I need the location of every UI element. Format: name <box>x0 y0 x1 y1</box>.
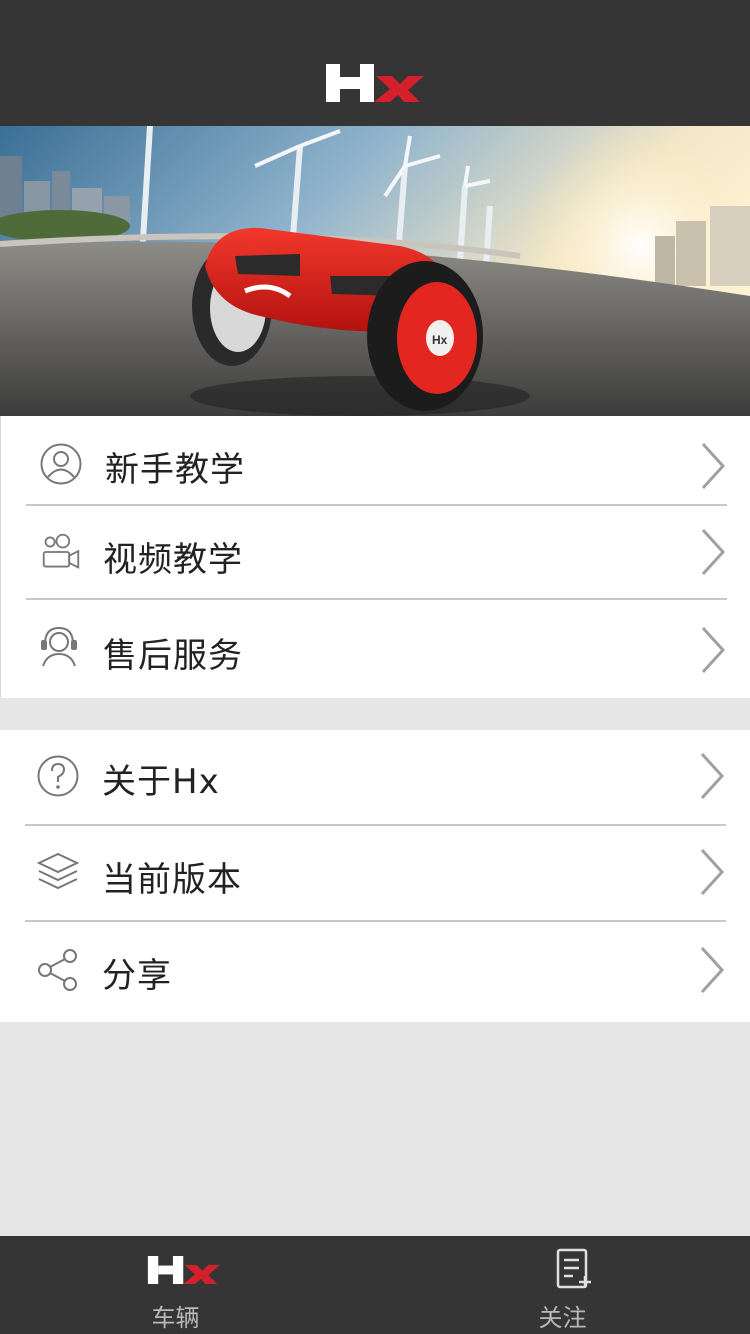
menu-item-label: 分享 <box>102 956 172 996</box>
chevron-right-icon <box>700 752 725 800</box>
video-camera-icon <box>42 533 80 569</box>
chevron-right-icon <box>701 626 726 674</box>
hx-logo-icon <box>147 1256 221 1284</box>
svg-text:Hx: Hx <box>432 333 448 347</box>
chevron-right-icon <box>701 528 726 576</box>
tab-label: 车辆 <box>151 1304 200 1332</box>
hx-logo-icon <box>326 64 424 102</box>
tab-vehicle[interactable]: 车辆 <box>0 1236 375 1334</box>
menu-item-label: 视频教学 <box>103 540 243 580</box>
headset-support-icon <box>41 626 77 667</box>
menu-item-label: 新手教学 <box>105 450 245 490</box>
question-circle-icon <box>37 755 79 797</box>
chevron-right-icon <box>701 442 726 490</box>
document-add-icon <box>556 1248 591 1289</box>
menu-item-label: 售后服务 <box>103 636 243 676</box>
menu-item-beginner-tutorial[interactable]: 新手教学 <box>1 416 750 506</box>
menu-group-help: 新手教学 视频教学 售后服务 <box>0 416 750 698</box>
menu-item-about[interactable]: 关于Hx <box>0 730 750 824</box>
menu-item-label: 当前版本 <box>102 860 242 900</box>
user-circle-icon <box>40 443 82 485</box>
chevron-right-icon <box>700 946 725 994</box>
tab-label: 关注 <box>538 1304 587 1332</box>
bottom-tab-bar: 车辆 关注 <box>0 1236 750 1334</box>
menu-item-current-version[interactable]: 当前版本 <box>0 826 750 920</box>
hero-banner: Hx <box>0 126 750 416</box>
menu-item-after-sales[interactable]: 售后服务 <box>1 600 750 698</box>
top-header <box>0 0 750 126</box>
tab-follow[interactable]: 关注 <box>375 1236 750 1334</box>
layers-icon <box>36 852 80 890</box>
menu-group-about: 关于Hx 当前版本 分享 <box>0 730 750 1022</box>
menu-item-label: 关于Hx <box>102 762 220 802</box>
share-icon <box>38 949 77 991</box>
chevron-right-icon <box>700 848 725 896</box>
hoverboard-banner-image: Hx <box>0 126 750 416</box>
menu-item-share[interactable]: 分享 <box>0 922 750 1022</box>
menu-item-video-tutorial[interactable]: 视频教学 <box>1 506 750 600</box>
